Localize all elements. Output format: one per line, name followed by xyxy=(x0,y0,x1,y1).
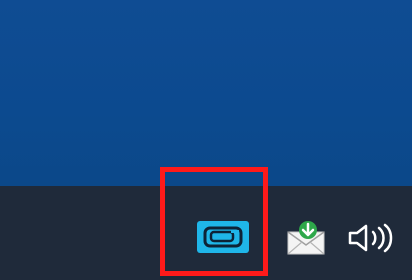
speaker-volume-icon[interactable] xyxy=(346,222,398,254)
mail-download-icon[interactable] xyxy=(284,220,328,256)
desktop-background xyxy=(0,0,412,186)
screen xyxy=(0,0,412,280)
app-tray-icon[interactable] xyxy=(196,220,250,254)
